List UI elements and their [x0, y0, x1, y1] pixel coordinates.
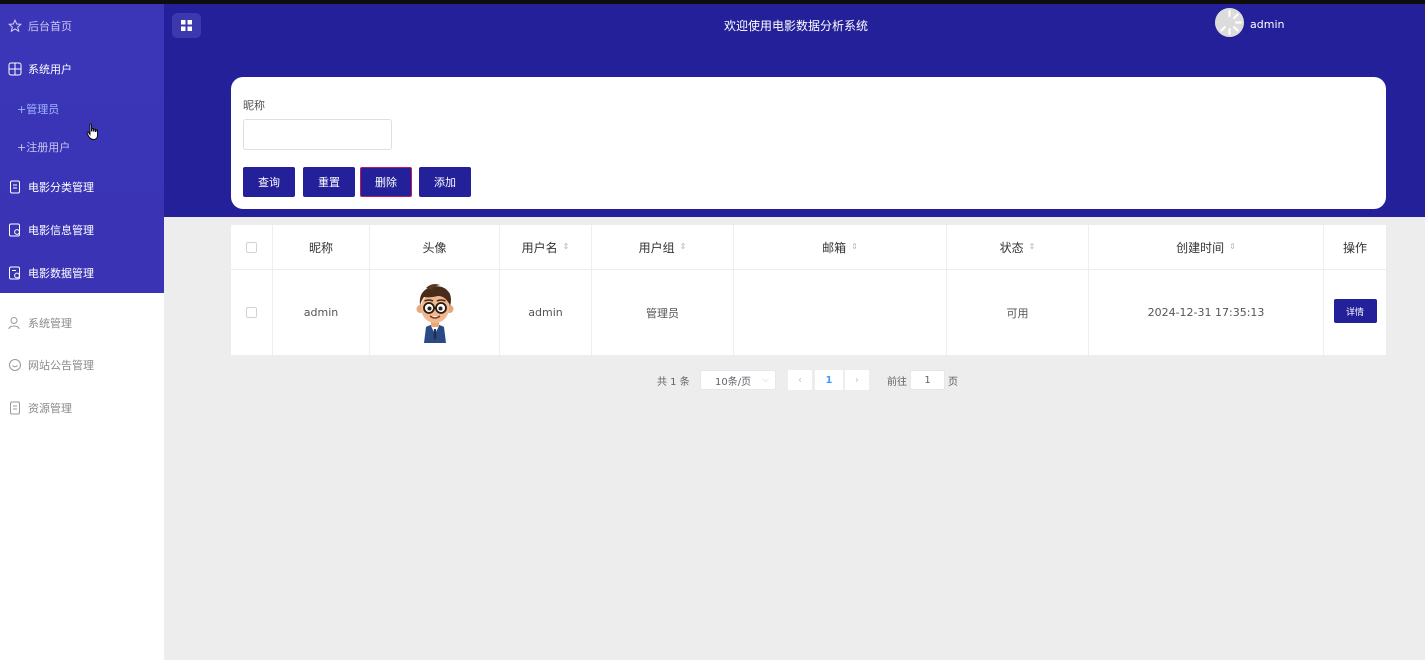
- next-page-button[interactable]: ›: [845, 370, 869, 390]
- prev-page-button[interactable]: ‹: [788, 370, 812, 390]
- cell-status: 可用: [947, 270, 1089, 355]
- sort-icon[interactable]: ⇕: [563, 243, 570, 251]
- hand-cursor-icon: [86, 123, 100, 145]
- nickname-search-input[interactable]: [243, 119, 392, 150]
- pagination-total: 共 1 条: [657, 376, 690, 388]
- chat-bubble-icon: [8, 358, 22, 372]
- row-select-cell: [231, 270, 273, 355]
- chevron-down-icon: ⌵: [762, 375, 769, 385]
- header-username[interactable]: admin: [1250, 18, 1284, 31]
- sidebar-item-resource-manage[interactable]: 资源管理: [0, 393, 164, 423]
- select-all-checkbox[interactable]: [246, 241, 257, 253]
- table-header-row: 昵称 头像 用户名 ⇕ 用户组 ⇕ 邮箱 ⇕ 状态 ⇕ 创建时间 ⇕ 操作: [231, 225, 1386, 270]
- sort-icon[interactable]: ⇕: [1029, 243, 1036, 251]
- header-user-group[interactable]: 用户组 ⇕: [592, 225, 734, 269]
- sidebar-item-label: +注册用户: [17, 141, 71, 154]
- page-size-value: 10条/页: [715, 376, 752, 388]
- nickname-label: 昵称: [243, 99, 265, 112]
- sidebar-item-label: 后台首页: [28, 20, 72, 33]
- cell-user-group: 管理员: [592, 270, 734, 355]
- header-actions: 操作: [1324, 225, 1386, 269]
- detail-button[interactable]: 详情: [1333, 299, 1377, 323]
- sidebar-item-label: 电影分类管理: [28, 181, 94, 194]
- row-checkbox[interactable]: [246, 307, 257, 318]
- avatar[interactable]: [1215, 8, 1244, 37]
- cell-actions: 详情: [1324, 270, 1386, 355]
- page-suffix-label: 页: [948, 376, 958, 388]
- page-size-select[interactable]: 10条/页 ⌵: [700, 370, 776, 390]
- header-avatar: 头像: [370, 225, 500, 269]
- header-nickname: 昵称: [273, 225, 370, 269]
- document-icon: [8, 180, 22, 194]
- star-icon: [8, 19, 22, 33]
- sidebar-item-label: 系统用户: [28, 63, 72, 76]
- sidebar-item-movie-data[interactable]: 电影数据管理: [0, 258, 164, 288]
- sidebar-subitem-registered-users[interactable]: +注册用户: [0, 132, 164, 162]
- sidebar-subitem-admin[interactable]: +管理员: [0, 94, 164, 124]
- cell-avatar: [370, 270, 500, 355]
- users-table: 昵称 头像 用户名 ⇕ 用户组 ⇕ 邮箱 ⇕ 状态 ⇕ 创建时间 ⇕ 操作 ad…: [231, 225, 1386, 355]
- reset-button[interactable]: 重置: [303, 167, 355, 197]
- header-created-at-label: 创建时间: [1176, 240, 1225, 255]
- header-status[interactable]: 状态 ⇕: [947, 225, 1089, 269]
- add-button[interactable]: 添加: [419, 167, 471, 197]
- sidebar-item-site-notice[interactable]: 网站公告管理: [0, 350, 164, 380]
- query-button[interactable]: 查询: [243, 167, 295, 197]
- cell-created-at: 2024-12-31 17:35:13: [1089, 270, 1324, 355]
- header-actions-label: 操作: [1342, 240, 1367, 255]
- header-user-group-label: 用户组: [638, 240, 675, 255]
- page-number-current[interactable]: 1: [815, 370, 843, 390]
- sidebar-item-label: 系统管理: [28, 317, 72, 330]
- sort-icon[interactable]: ⇕: [851, 243, 858, 251]
- sidebar-item-home[interactable]: 后台首页: [0, 11, 164, 41]
- user-icon: [8, 316, 22, 330]
- cell-email: [734, 270, 947, 355]
- user-avatar-image: [416, 283, 453, 343]
- header-email[interactable]: 邮箱 ⇕: [734, 225, 947, 269]
- document-search-icon: [8, 223, 22, 237]
- header-username-label: 用户名: [521, 240, 558, 255]
- header-username[interactable]: 用户名 ⇕: [500, 225, 592, 269]
- header-nickname-label: 昵称: [308, 240, 333, 255]
- clipboard-icon: [8, 401, 22, 415]
- loading-spinner-icon: [1215, 8, 1244, 37]
- goto-page-input[interactable]: 1: [910, 370, 945, 390]
- sidebar-item-label: 电影数据管理: [28, 267, 94, 280]
- header-status-label: 状态: [999, 240, 1024, 255]
- sidebar-item-label: 资源管理: [28, 402, 72, 415]
- sort-icon[interactable]: ⇕: [680, 243, 687, 251]
- chevron-right-icon: ›: [855, 374, 859, 386]
- sidebar-item-system-users[interactable]: 系统用户: [0, 54, 164, 84]
- page-title: 欢迎使用电影数据分析系统: [724, 19, 869, 33]
- menu-toggle-button[interactable]: [172, 13, 201, 38]
- sidebar-item-label: 电影信息管理: [28, 224, 94, 237]
- sidebar-item-movie-info[interactable]: 电影信息管理: [0, 215, 164, 245]
- sidebar-item-label: +管理员: [17, 103, 60, 116]
- sidebar-item-movie-category[interactable]: 电影分类管理: [0, 172, 164, 202]
- grid-icon: [8, 62, 22, 76]
- cell-nickname: admin: [273, 270, 370, 355]
- table-row: admin admin 管理员 可用 2024-12-31 17:35:13 详…: [231, 270, 1386, 355]
- document-chart-icon: [8, 266, 22, 280]
- header-created-at[interactable]: 创建时间 ⇕: [1089, 225, 1324, 269]
- sort-icon[interactable]: ⇕: [1229, 243, 1236, 251]
- sidebar-item-system-manage[interactable]: 系统管理: [0, 308, 164, 338]
- cell-username: admin: [500, 270, 592, 355]
- chevron-left-icon: ‹: [798, 374, 802, 386]
- delete-button[interactable]: 删除: [360, 167, 412, 197]
- goto-label: 前往: [887, 376, 907, 388]
- apps-grid-icon: [181, 20, 192, 31]
- sidebar-item-label: 网站公告管理: [28, 359, 94, 372]
- search-panel: 昵称 查询 重置 删除 添加: [231, 77, 1386, 209]
- sidebar: 后台首页 系统用户 +管理员 +注册用户 电影分类管理 电影信息管理 电影数据管…: [0, 4, 164, 660]
- header-avatar-label: 头像: [422, 240, 447, 255]
- select-all-cell: [231, 225, 273, 269]
- header-email-label: 邮箱: [822, 240, 847, 255]
